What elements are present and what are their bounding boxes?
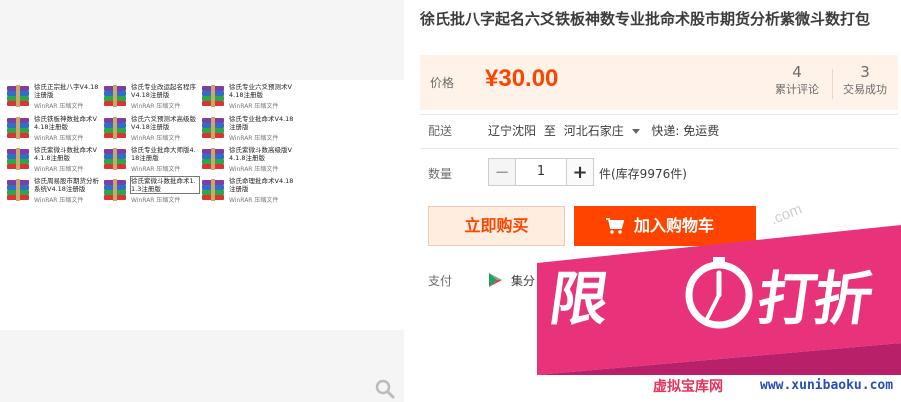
gallery-main-image[interactable]: 徐氏正宗批八字V4.18注册版 WinRAR 压缩文件 徐氏专业改运起名程序V4.1…	[0, 80, 404, 330]
rar-archive-icon	[201, 85, 225, 107]
rar-file-name: 徐氏紫微斗数批命术V4.1.8注册版	[34, 146, 97, 162]
rar-file-name: 徐氏周易股市期货分析系统V4.18注册版	[34, 177, 99, 193]
promo-char-limit: 限	[545, 265, 612, 333]
rar-file-type: WinRAR 压缩文件	[34, 166, 84, 173]
rar-file-name: 徐氏专业六爻预测术V4.18注册版	[229, 83, 292, 99]
rar-archive-icon	[103, 148, 127, 170]
stock-info: 件(库存9976件)	[599, 167, 687, 181]
watermark-site-url: www.xunibaoku.com	[760, 378, 894, 393]
quantity-input[interactable]: 1	[516, 158, 566, 186]
payment-method: 集分	[511, 274, 536, 288]
shipping-info: 辽宁沈阳 至 河北石家庄 快递: 免运费	[488, 122, 723, 139]
rar-file-item: 徐氏专业批命大师版4.18注册版 WinRAR 压缩文件	[103, 146, 198, 174]
rar-file-name: 徐氏命理批命术V4.18注册版	[229, 177, 294, 193]
rar-file-type: WinRAR 压缩文件	[229, 103, 279, 110]
rar-file-name: 徐氏专业改运起名程序V4.18注册版	[131, 83, 196, 99]
rar-file-item: 徐氏六爻预测术高级版V4.18注册版 WinRAR 压缩文件	[103, 115, 198, 143]
product-title: 徐氏批八字起名六爻铁板神数专业批命术股市期货分析紫微斗数打包	[420, 10, 871, 28]
rar-archive-icon	[201, 117, 225, 139]
rar-file-name: 徐氏六爻预测术高级版V4.18注册版	[131, 115, 196, 131]
price-value: ¥30.00	[485, 65, 559, 92]
sales-count: 3	[860, 63, 870, 81]
rar-archive-icon	[6, 148, 30, 170]
rar-file-name: 徐氏紫微斗数高级版V4.1.8注册版	[229, 146, 292, 162]
zoom-icon[interactable]	[374, 378, 396, 400]
rar-archive-icon	[6, 179, 30, 201]
rar-archive-icon	[6, 117, 30, 139]
play-store-icon	[489, 273, 502, 287]
price-panel: 价格 ¥30.00 4 累计评论 3 交易成功	[420, 55, 898, 110]
shipping-label: 配送	[428, 124, 453, 138]
rar-file-type: WinRAR 压缩文件	[229, 135, 279, 142]
rar-archive-icon	[201, 179, 225, 201]
promo-text-discount: 打折	[753, 265, 876, 333]
rar-file-name: 徐氏紫微斗数批命术1.1.3注册版	[130, 176, 200, 194]
rar-archive-icon	[103, 179, 127, 201]
rar-file-item: 徐氏周易股市期货分析系统V4.18注册版 WinRAR 压缩文件	[6, 177, 101, 205]
discount-promo-badge: 限 打折	[537, 225, 901, 375]
price-label: 价格	[430, 76, 455, 90]
rar-file-type: WinRAR 压缩文件	[34, 135, 84, 142]
rar-file-type: WinRAR 压缩文件	[229, 197, 279, 204]
rar-file-type: WinRAR 压缩文件	[229, 166, 279, 173]
ship-to: 河北石家庄	[563, 124, 624, 138]
divider	[420, 114, 898, 115]
chevron-down-icon	[631, 128, 640, 134]
rar-file-item: 徐氏铁板神数批命术V4.18注册版 WinRAR 压缩文件	[6, 115, 101, 143]
rar-archive-icon	[103, 85, 127, 107]
watermark-site-name: 虚拟宝库网	[653, 379, 723, 395]
quantity-stepper: − 1 +	[488, 158, 594, 186]
sales-count-label: 交易成功	[843, 83, 887, 96]
review-count: 4	[792, 63, 802, 81]
rar-file-type: WinRAR 压缩文件	[131, 166, 181, 173]
rar-file-item: 徐氏紫微斗数批命术1.1.3注册版 WinRAR 压缩文件	[103, 176, 200, 205]
rar-file-item: 徐氏紫微斗数批命术V4.1.8注册版 WinRAR 压缩文件	[6, 146, 101, 174]
rar-file-type: WinRAR 压缩文件	[34, 103, 84, 110]
rar-archive-icon	[201, 148, 225, 170]
ship-from: 辽宁沈阳	[488, 124, 537, 138]
rar-file-type: WinRAR 压缩文件	[131, 135, 181, 142]
rar-file-name: 徐氏专业批命大师版4.18注册版	[131, 146, 196, 162]
quantity-increase-button[interactable]: +	[566, 158, 594, 186]
rar-file-item: 徐氏紫微斗数高级版V4.1.8注册版 WinRAR 压缩文件	[201, 146, 296, 174]
rar-archive-icon	[6, 85, 30, 107]
divider	[420, 148, 898, 149]
rar-file-item: 徐氏命理批命术V4.18注册版 WinRAR 压缩文件	[201, 177, 296, 205]
review-count-label: 累计评论	[775, 83, 819, 96]
product-page: 徐氏正宗批八字V4.18注册版 WinRAR 压缩文件 徐氏专业改运起名程序V4.1…	[0, 0, 901, 402]
rar-file-item: 徐氏专业批命术V4.18注册版 WinRAR 压缩文件	[201, 115, 296, 143]
review-count-stat[interactable]: 4 累计评论	[766, 63, 828, 99]
rar-file-name: 徐氏铁板神数批命术V4.18注册版	[34, 115, 97, 131]
rar-file-name: 徐氏专业批命术V4.18注册版	[229, 115, 294, 131]
rar-file-type: WinRAR 压缩文件	[131, 103, 181, 110]
rar-file-type: WinRAR 压缩文件	[34, 197, 84, 204]
sales-count-stat[interactable]: 3 交易成功	[834, 63, 896, 99]
stat-divider	[832, 69, 833, 99]
quantity-label: 数量	[428, 167, 453, 181]
rar-file-item: 徐氏专业改运起名程序V4.18注册版 WinRAR 压缩文件	[103, 83, 198, 111]
ship-to-selector[interactable]: 河北石家庄	[564, 124, 644, 138]
quantity-decrease-button[interactable]: −	[488, 158, 516, 186]
ship-to-word: 至	[543, 124, 556, 138]
rar-file-name: 徐氏正宗批八字V4.18注册版	[34, 83, 99, 99]
rar-archive-icon	[103, 117, 127, 139]
rar-file-item: 徐氏正宗批八字V4.18注册版 WinRAR 压缩文件	[6, 83, 101, 111]
shipping-fee: 快递: 免运费	[651, 124, 720, 138]
rar-file-item: 徐氏专业六爻预测术V4.18注册版 WinRAR 压缩文件	[201, 83, 296, 111]
rar-file-type: WinRAR 压缩文件	[131, 197, 181, 204]
clock-icon	[685, 257, 753, 329]
payment-label: 支付	[428, 274, 453, 288]
product-gallery: 徐氏正宗批八字V4.18注册版 WinRAR 压缩文件 徐氏专业改运起名程序V4.1…	[0, 0, 404, 402]
